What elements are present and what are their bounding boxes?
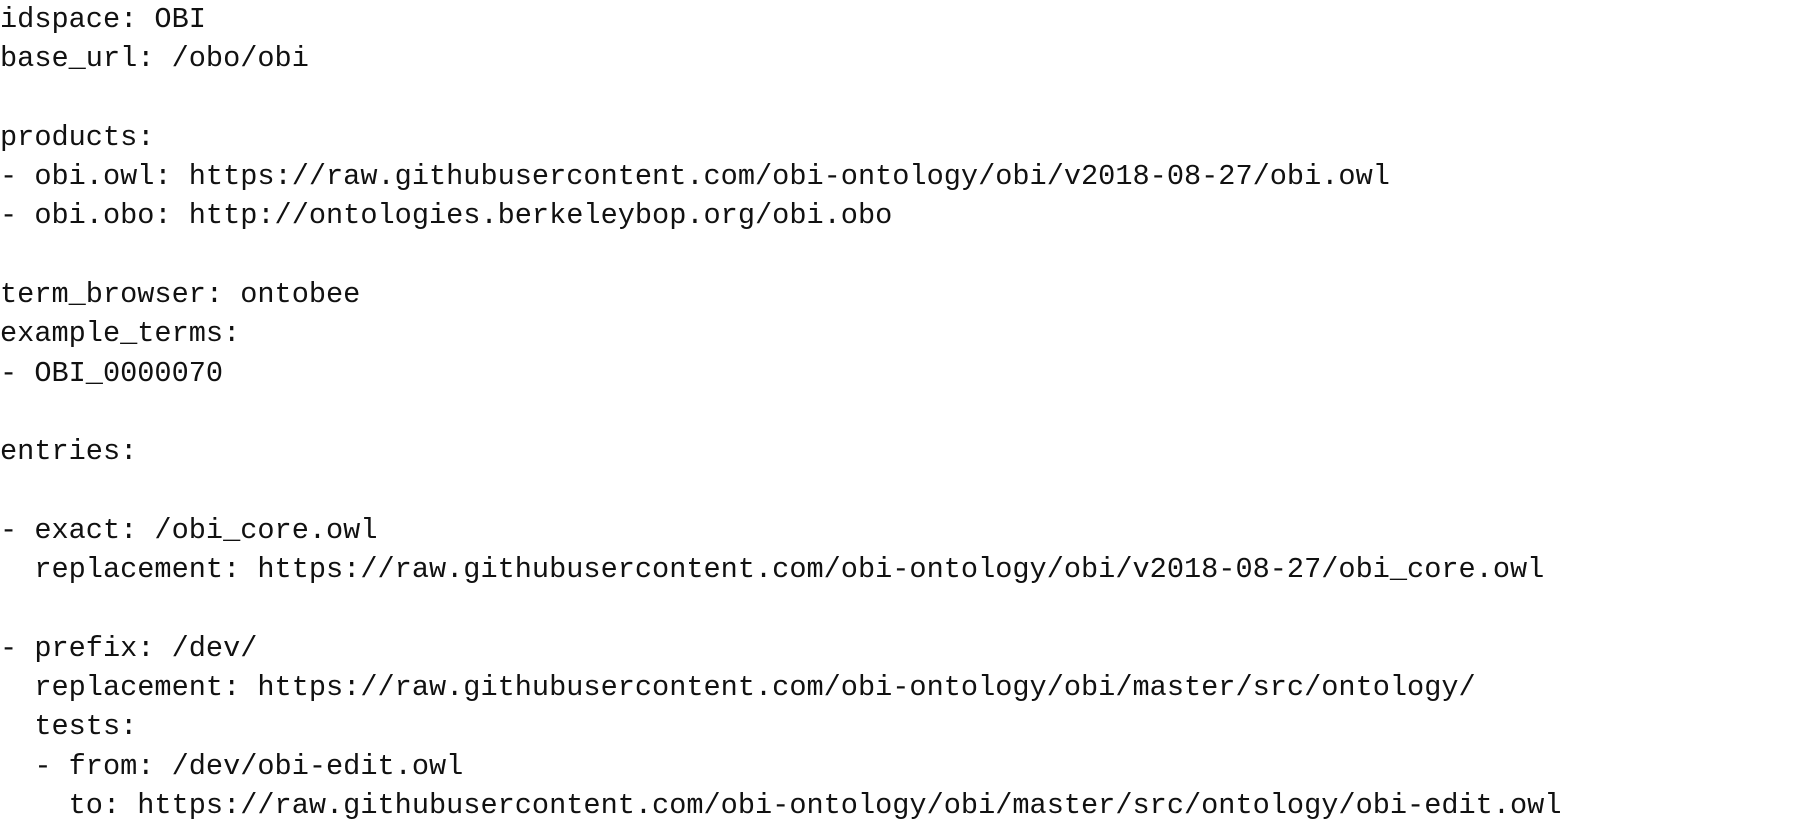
code-line-product-obo: - obi.obo: http://ontologies.berkeleybop… xyxy=(0,199,893,233)
code-line-term-browser: term_browser: ontobee xyxy=(0,278,361,312)
code-line-entry-exact: - exact: /obi_core.owl xyxy=(0,513,378,547)
code-line-test-to: to: https://raw.githubusercontent.com/ob… xyxy=(0,788,1562,822)
code-line-product-owl: - obi.owl: https://raw.githubusercontent… xyxy=(0,160,1390,194)
code-line-entry-exact-replacement: replacement: https://raw.githubuserconte… xyxy=(0,553,1545,587)
code-line-products: products: xyxy=(0,120,155,154)
code-line-entry-prefix: - prefix: /dev/ xyxy=(0,631,258,665)
code-line-tests: tests: xyxy=(0,710,138,744)
code-line-example-term-item: - OBI_0000070 xyxy=(0,356,224,390)
code-line-example-terms: example_terms: xyxy=(0,317,241,351)
code-line-base-url: base_url: /obo/obi xyxy=(0,42,309,76)
code-line-test-from: - from: /dev/obi-edit.owl xyxy=(0,749,464,783)
yaml-config-document: idspace: OBI base_url: /obo/obi products: -… xyxy=(0,0,1561,825)
code-line-entry-prefix-replacement: replacement: https://raw.githubuserconte… xyxy=(0,671,1476,705)
code-line-idspace: idspace: OBI xyxy=(0,3,206,36)
code-line-entries: entries: xyxy=(0,435,138,469)
